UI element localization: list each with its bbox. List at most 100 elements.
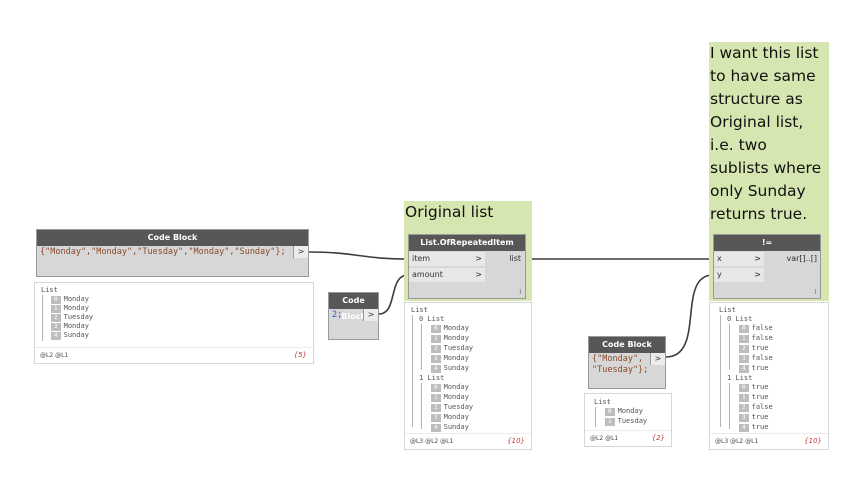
wire-small-to-y[interactable] — [665, 274, 714, 358]
code-block-days-node[interactable]: Code Block {"Monday","Monday","Tuesday",… — [36, 229, 309, 277]
port-label: amount — [412, 270, 443, 279]
item-index: 4 — [431, 365, 441, 373]
item-value: Monday — [63, 304, 89, 312]
item-index: 0 — [51, 296, 61, 304]
tree-line — [412, 315, 413, 427]
item-index: 1 — [431, 394, 441, 402]
item-index: 1 — [739, 394, 749, 402]
list-item: 3 false — [739, 354, 773, 363]
item-index: 4 — [739, 365, 749, 373]
item-value: Tuesday — [617, 417, 648, 425]
watch-footer: @L2 @L1 {2} — [585, 430, 671, 446]
list-item: 3 true — [739, 413, 768, 422]
tree-line — [720, 315, 721, 427]
list-item: 2 Tuesday — [431, 344, 473, 353]
item-index: 2 — [431, 404, 441, 412]
lacing-indicator[interactable]: l — [519, 289, 521, 296]
list-item: 0 Monday — [431, 324, 469, 333]
item-value: Monday — [443, 324, 469, 332]
sublist-header[interactable]: 0 List — [419, 315, 444, 324]
sublist-header[interactable]: 1 List — [727, 374, 752, 383]
list-item: 4 Sunday — [431, 364, 469, 373]
list-item: 0 Monday — [431, 383, 469, 392]
list-header: List — [719, 306, 736, 314]
list-item: 2 false — [739, 403, 773, 412]
graph-canvas[interactable]: Original list I want this list to have s… — [0, 0, 860, 482]
list-item: 1 Monday — [51, 304, 89, 313]
input-port-y[interactable]: y > — [714, 268, 764, 282]
list-item: 4 Sunday — [51, 331, 89, 340]
item-value: true — [751, 423, 769, 431]
input-port-x[interactable]: x > — [714, 252, 764, 266]
node-title: Code Block — [37, 230, 308, 246]
item-value: Sunday — [443, 423, 469, 431]
list-item: 3 Monday — [431, 354, 469, 363]
list-item: 2 Tuesday — [51, 313, 93, 322]
code-text-line-1[interactable]: {"Monday", — [592, 354, 643, 365]
list-levels[interactable]: @L2 @L1 — [590, 431, 618, 446]
list-item: 4 Sunday — [431, 423, 469, 432]
item-index: 1 — [739, 335, 749, 343]
list-item: 0 Monday — [605, 407, 643, 416]
tree-line — [729, 324, 730, 370]
item-index: 0 — [739, 325, 749, 333]
item-value: false — [751, 403, 773, 411]
item-value: Tuesday — [63, 313, 94, 321]
list-item: 0 true — [739, 383, 768, 392]
list-item: 2 true — [739, 344, 768, 353]
watch-footer: @L3 @L2 @L1 {10} — [405, 433, 531, 449]
output-port-list[interactable]: list — [509, 252, 521, 266]
item-value: true — [751, 383, 769, 391]
node-title: != — [714, 235, 820, 251]
port-label: y — [717, 270, 722, 279]
item-index: 1 — [51, 305, 61, 313]
watch-repeated[interactable]: List 0 List 0 Monday 1 Monday 2 Tuesday 3 Mo… — [404, 302, 532, 450]
watch-days[interactable]: List 0 Monday 1 Monday 2 Tuesday 3 Monday 4S… — [34, 282, 314, 364]
not-equal-node[interactable]: != x > y > var[]..[] l — [713, 234, 821, 299]
list-levels[interactable]: @L3 @L2 @L1 — [410, 434, 453, 449]
output-port-var[interactable]: var[]..[] — [787, 252, 818, 266]
item-value: Sunday — [443, 364, 469, 372]
list-of-repeated-item-node[interactable]: List.OfRepeatedItem item > amount > list… — [408, 234, 526, 299]
tree-line — [42, 295, 43, 341]
item-value: Monday — [617, 407, 643, 415]
code-block-two-node[interactable]: Code Block 2; > — [328, 292, 379, 340]
list-item: 4 true — [739, 423, 768, 432]
port-arrow: > — [475, 254, 482, 263]
item-value: true — [751, 393, 769, 401]
sublist-header[interactable]: 1 List — [419, 374, 444, 383]
port-label: x — [717, 254, 722, 263]
watch-small[interactable]: List 0 Monday 1 Tuesday @L2 @L1 {2} — [584, 393, 672, 447]
item-index: 2 — [739, 404, 749, 412]
output-port[interactable]: > — [363, 309, 378, 321]
list-levels[interactable]: @L2 @L1 — [40, 348, 68, 363]
list-item: 0 Monday — [51, 295, 89, 304]
code-text[interactable]: {"Monday","Monday","Tuesday","Monday","S… — [40, 247, 286, 258]
lacing-indicator[interactable]: l — [814, 289, 816, 296]
item-count: {10} — [804, 437, 822, 445]
sublist-header[interactable]: 0 List — [727, 315, 752, 324]
output-port[interactable]: > — [293, 246, 308, 258]
output-port[interactable]: > — [650, 353, 665, 365]
list-item: 3 Monday — [431, 413, 469, 422]
item-value: false — [751, 324, 773, 332]
item-index: 3 — [739, 414, 749, 422]
list-levels[interactable]: @L3 @L2 @L1 — [715, 434, 758, 449]
list-item: 4 true — [739, 364, 768, 373]
list-header: List — [411, 306, 428, 314]
item-index: 2 — [51, 314, 61, 322]
wire-days-to-item[interactable] — [308, 251, 409, 260]
watch-result[interactable]: List 0 List 0 false 1 false 2 true 3 false 4… — [709, 302, 829, 450]
item-index: 1 — [605, 418, 615, 426]
group-title: Original list — [405, 203, 494, 221]
code-text[interactable]: 2; — [332, 310, 342, 321]
item-index: 3 — [739, 355, 749, 363]
input-port-item[interactable]: item > — [409, 252, 485, 266]
item-value: Sunday — [63, 331, 89, 339]
item-index: 2 — [739, 345, 749, 353]
list-item: 2 Tuesday — [431, 403, 473, 412]
code-block-small-node[interactable]: Code Block {"Monday", "Tuesday"}; > — [588, 336, 666, 389]
input-port-amount[interactable]: amount > — [409, 268, 485, 282]
item-index: 0 — [739, 384, 749, 392]
code-text-line-2[interactable]: "Tuesday"}; — [592, 365, 648, 376]
